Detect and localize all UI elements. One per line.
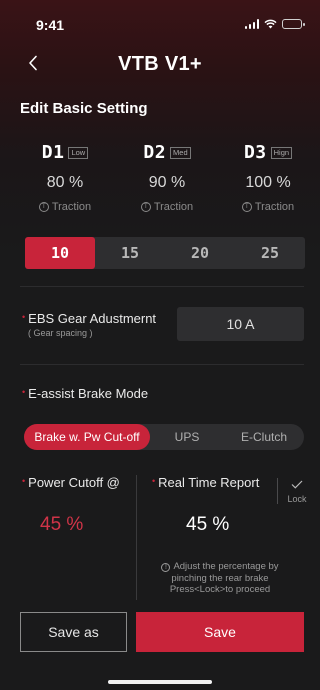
ebs-value-field[interactable]: 10 A (177, 307, 304, 341)
hint-text: ! Adjust the percentage by pinching the r… (145, 561, 295, 596)
power-cutoff-value: 45 % (40, 514, 84, 535)
real-time-label: • Real Time Report (152, 475, 260, 490)
traction-label: Traction (153, 201, 194, 213)
divider (20, 286, 304, 287)
gear-d1: D1 Low 80 % T Traction (15, 142, 115, 213)
signal-icon (244, 19, 259, 29)
gear-name: D1 (41, 142, 65, 163)
brake-mode-selector: Brake w. Pw Cut-off UPS E-Clutch (24, 424, 304, 450)
gear-percent: 90 % (148, 174, 186, 191)
traction-label: Traction (51, 201, 92, 213)
gear-percent: 80 % (46, 174, 84, 191)
traction-label: Traction (254, 201, 295, 213)
basic-setting-title: Edit Basic Setting (20, 100, 148, 117)
power-cutoff-label: • Power Cutoff @ (22, 475, 120, 490)
battery-icon (282, 19, 305, 29)
level-option-20[interactable]: 20 (165, 237, 235, 269)
check-icon (291, 480, 303, 489)
gear-d2: D2 Med 90 % T Traction (117, 142, 217, 213)
nav-bar: VTB V1+ (0, 44, 320, 84)
gear-d3: D3 Hign 100 % T Traction (218, 142, 318, 213)
mode-e-clutch[interactable]: E-Clutch (224, 424, 304, 450)
eassist-label: • E-assist Brake Mode (22, 386, 149, 401)
home-indicator (108, 680, 212, 684)
gear-level-badge: Hign (270, 146, 293, 159)
mode-ups[interactable]: UPS (150, 424, 224, 450)
info-icon: ! (161, 563, 171, 572)
gear-percent: 100 % (245, 174, 291, 191)
gear-name: D2 (143, 142, 167, 163)
save-button[interactable]: Save (136, 612, 304, 652)
traction-status: T Traction (117, 201, 217, 213)
bullet-icon: • (22, 387, 26, 397)
status-bar: 9:41 (0, 0, 320, 44)
lock-label: Lock (287, 494, 307, 504)
level-option-25[interactable]: 25 (235, 237, 305, 269)
column-divider (136, 475, 137, 600)
bullet-icon: • (22, 476, 26, 486)
gear-level-badge: Med (170, 146, 191, 159)
lock-button[interactable]: Lock (284, 476, 310, 504)
gear-level-badge: Low (68, 146, 89, 159)
bullet-icon: • (22, 312, 26, 322)
divider (20, 364, 304, 365)
traction-icon: T (140, 202, 151, 212)
traction-status: T Traction (15, 201, 115, 213)
wifi-icon (264, 19, 277, 29)
level-segmented-control: 10 15 20 25 (25, 237, 305, 269)
traction-icon: T (241, 202, 252, 212)
lock-separator (277, 478, 278, 504)
gear-name: D3 (243, 142, 267, 163)
ebs-label: • EBS Gear Adustmernt (22, 311, 157, 326)
real-time-value: 45 % (186, 514, 230, 535)
traction-status: T Traction (218, 201, 318, 213)
page-title: VTB V1+ (118, 53, 202, 75)
status-icons (244, 19, 305, 29)
status-time: 9:41 (36, 17, 65, 33)
traction-icon: T (38, 202, 49, 212)
bullet-icon: • (152, 476, 156, 486)
ebs-sub-label: ( Gear spacing ) (28, 328, 93, 338)
level-option-15[interactable]: 15 (95, 237, 165, 269)
level-option-10[interactable]: 10 (25, 237, 95, 269)
save-as-button[interactable]: Save as (20, 612, 127, 652)
mode-brake-cutoff[interactable]: Brake w. Pw Cut-off (24, 424, 150, 450)
